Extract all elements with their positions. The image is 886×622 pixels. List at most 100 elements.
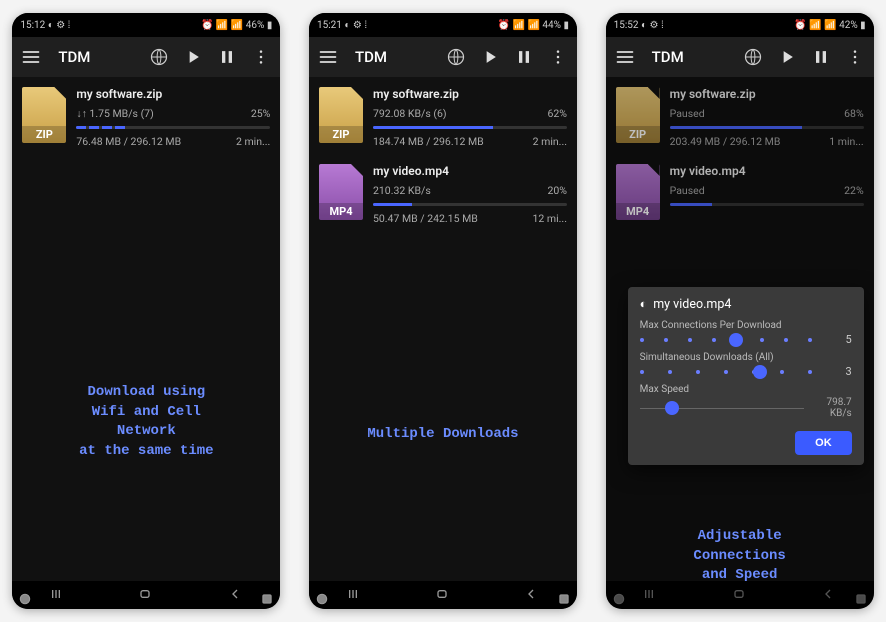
nav-bar [606,581,874,609]
slider-label: Simultaneous Downloads (All) [640,352,852,363]
file-zip-icon: ZIP [319,87,363,143]
ok-button[interactable]: OK [795,431,852,455]
phone-screenshot-3: 15:52 ◐ ⚙ ⁞ ⏰ 📶 📶 42% ▮ TDM ZIP my softw… [606,13,874,609]
download-info: my video.mp4 210.32 KB/s 20% 50.47 MB / … [373,164,567,225]
nav-bar [309,581,577,609]
download-info: my software.zip 792.08 KB/s (6) 62% 184.… [373,87,567,148]
download-row[interactable]: ZIP my software.zip ↓↑ 1.75 MB/s (7) 25%… [12,77,280,154]
gauge-icon: ◐ [640,297,648,312]
dialog-row: Simultaneous Downloads (All) 3 [640,352,852,378]
slider[interactable]: 5 [640,333,852,346]
menu-icon[interactable] [18,44,44,70]
app-title: TDM [58,48,90,66]
screenshot-share-icon[interactable] [854,591,868,605]
download-speed: ↓↑ 1.75 MB/s (7) [76,107,153,120]
dialog-row: Max Speed 798.7KB/s [640,384,852,419]
app-toolbar: TDM [309,37,577,77]
nav-home-icon[interactable] [731,586,749,604]
play-icon[interactable] [180,44,206,70]
status-time: 15:12 ◐ ⚙ ⁞ [20,20,70,31]
app-title: TDM [355,48,387,66]
slider-track[interactable] [640,370,812,374]
dialog-title: ◐ my video.mp4 [640,297,852,312]
slider-unit: 798.7KB/s [814,397,852,419]
status-bar: 15:12 ◐ ⚙ ⁞ ⏰ 📶 📶 46% ▮ [12,13,280,37]
download-name: my video.mp4 [373,164,567,178]
play-icon[interactable] [774,44,800,70]
phone-screenshot-2: 15:21 ◐ ⚙ ⁞ ⏰ 📶 📶 44% ▮ TDM ZIP my softw… [309,13,577,609]
pause-icon[interactable] [808,44,834,70]
download-eta: 2 min... [533,135,567,148]
download-progress [373,126,567,129]
globe-icon[interactable] [146,44,172,70]
download-eta: 2 min... [236,135,270,148]
nav-bar [12,581,280,609]
globe-icon[interactable] [740,44,766,70]
nav-recents-icon[interactable] [48,586,66,604]
nav-back-icon[interactable] [523,586,541,604]
content-area: ZIP my software.zip Paused 68% 203.49 MB… [606,77,874,581]
download-speed: 792.08 KB/s (6) [373,107,447,120]
file-ext: MP4 [319,203,363,220]
slider-thumb[interactable] [729,333,743,347]
feature-caption: Adjustable Connections and Speed [606,527,874,581]
nav-recents-icon[interactable] [345,586,363,604]
download-row[interactable]: ZIP my software.zip 792.08 KB/s (6) 62% … [309,77,577,154]
settings-dialog: ◐ my video.mp4 Max Connections Per Downl… [628,287,864,465]
download-size: 184.74 MB / 296.12 MB [373,135,484,148]
file-ext: ZIP [319,126,363,143]
status-icons: ⏰ 📶 📶 42% ▮ [794,20,865,31]
nav-recents-icon[interactable] [641,586,659,604]
slider[interactable]: 798.7KB/s [640,397,852,419]
download-progress [76,126,270,129]
file-ext: ZIP [22,126,66,143]
slider-track[interactable] [640,338,812,342]
nav-back-icon[interactable] [820,586,838,604]
app-toolbar: TDM [12,37,280,77]
status-icons: ⏰ 📶 📶 44% ▮ [498,20,569,31]
nav-home-icon[interactable] [434,586,452,604]
slider-value: 3 [822,365,852,378]
status-bar: 15:52 ◐ ⚙ ⁞ ⏰ 📶 📶 42% ▮ [606,13,874,37]
download-percent: 20% [547,184,567,197]
more-icon[interactable] [545,44,571,70]
feature-caption: Multiple Downloads [309,425,577,445]
pause-icon[interactable] [511,44,537,70]
nav-back-icon[interactable] [227,586,245,604]
slider-thumb[interactable] [753,365,767,379]
download-name: my software.zip [76,87,270,101]
menu-icon[interactable] [612,44,638,70]
download-speed: 210.32 KB/s [373,184,431,197]
globe-icon[interactable] [443,44,469,70]
file-mp4-icon: MP4 [319,164,363,220]
menu-icon[interactable] [315,44,341,70]
more-icon[interactable] [842,44,868,70]
slider-thumb[interactable] [665,401,679,415]
dialog-row: Max Connections Per Download 5 [640,320,852,346]
slider-track[interactable] [640,406,804,410]
app-title: TDM [652,48,684,66]
app-toolbar: TDM [606,37,874,77]
download-row[interactable]: MP4 my video.mp4 210.32 KB/s 20% 50.47 M… [309,154,577,231]
download-percent: 25% [251,107,271,120]
screenshot-share-icon[interactable] [260,591,274,605]
status-icons: ⏰ 📶 📶 46% ▮ [201,20,272,31]
screenshot-corner-icon[interactable] [315,591,329,605]
content-area: ZIP my software.zip ↓↑ 1.75 MB/s (7) 25%… [12,77,280,581]
play-icon[interactable] [477,44,503,70]
download-progress [373,203,567,206]
more-icon[interactable] [248,44,274,70]
feature-caption: Download using Wifi and Cell Network at … [12,383,280,461]
screenshot-share-icon[interactable] [557,591,571,605]
slider-label: Max Speed [640,384,852,395]
pause-icon[interactable] [214,44,240,70]
nav-home-icon[interactable] [137,586,155,604]
download-percent: 62% [547,107,567,120]
screenshot-corner-icon[interactable] [18,591,32,605]
download-size: 76.48 MB / 296.12 MB [76,135,181,148]
slider[interactable]: 3 [640,365,852,378]
phone-screenshot-1: 15:12 ◐ ⚙ ⁞ ⏰ 📶 📶 46% ▮ TDM ZIP my softw… [12,13,280,609]
screenshot-corner-icon[interactable] [612,591,626,605]
download-name: my software.zip [373,87,567,101]
slider-label: Max Connections Per Download [640,320,852,331]
